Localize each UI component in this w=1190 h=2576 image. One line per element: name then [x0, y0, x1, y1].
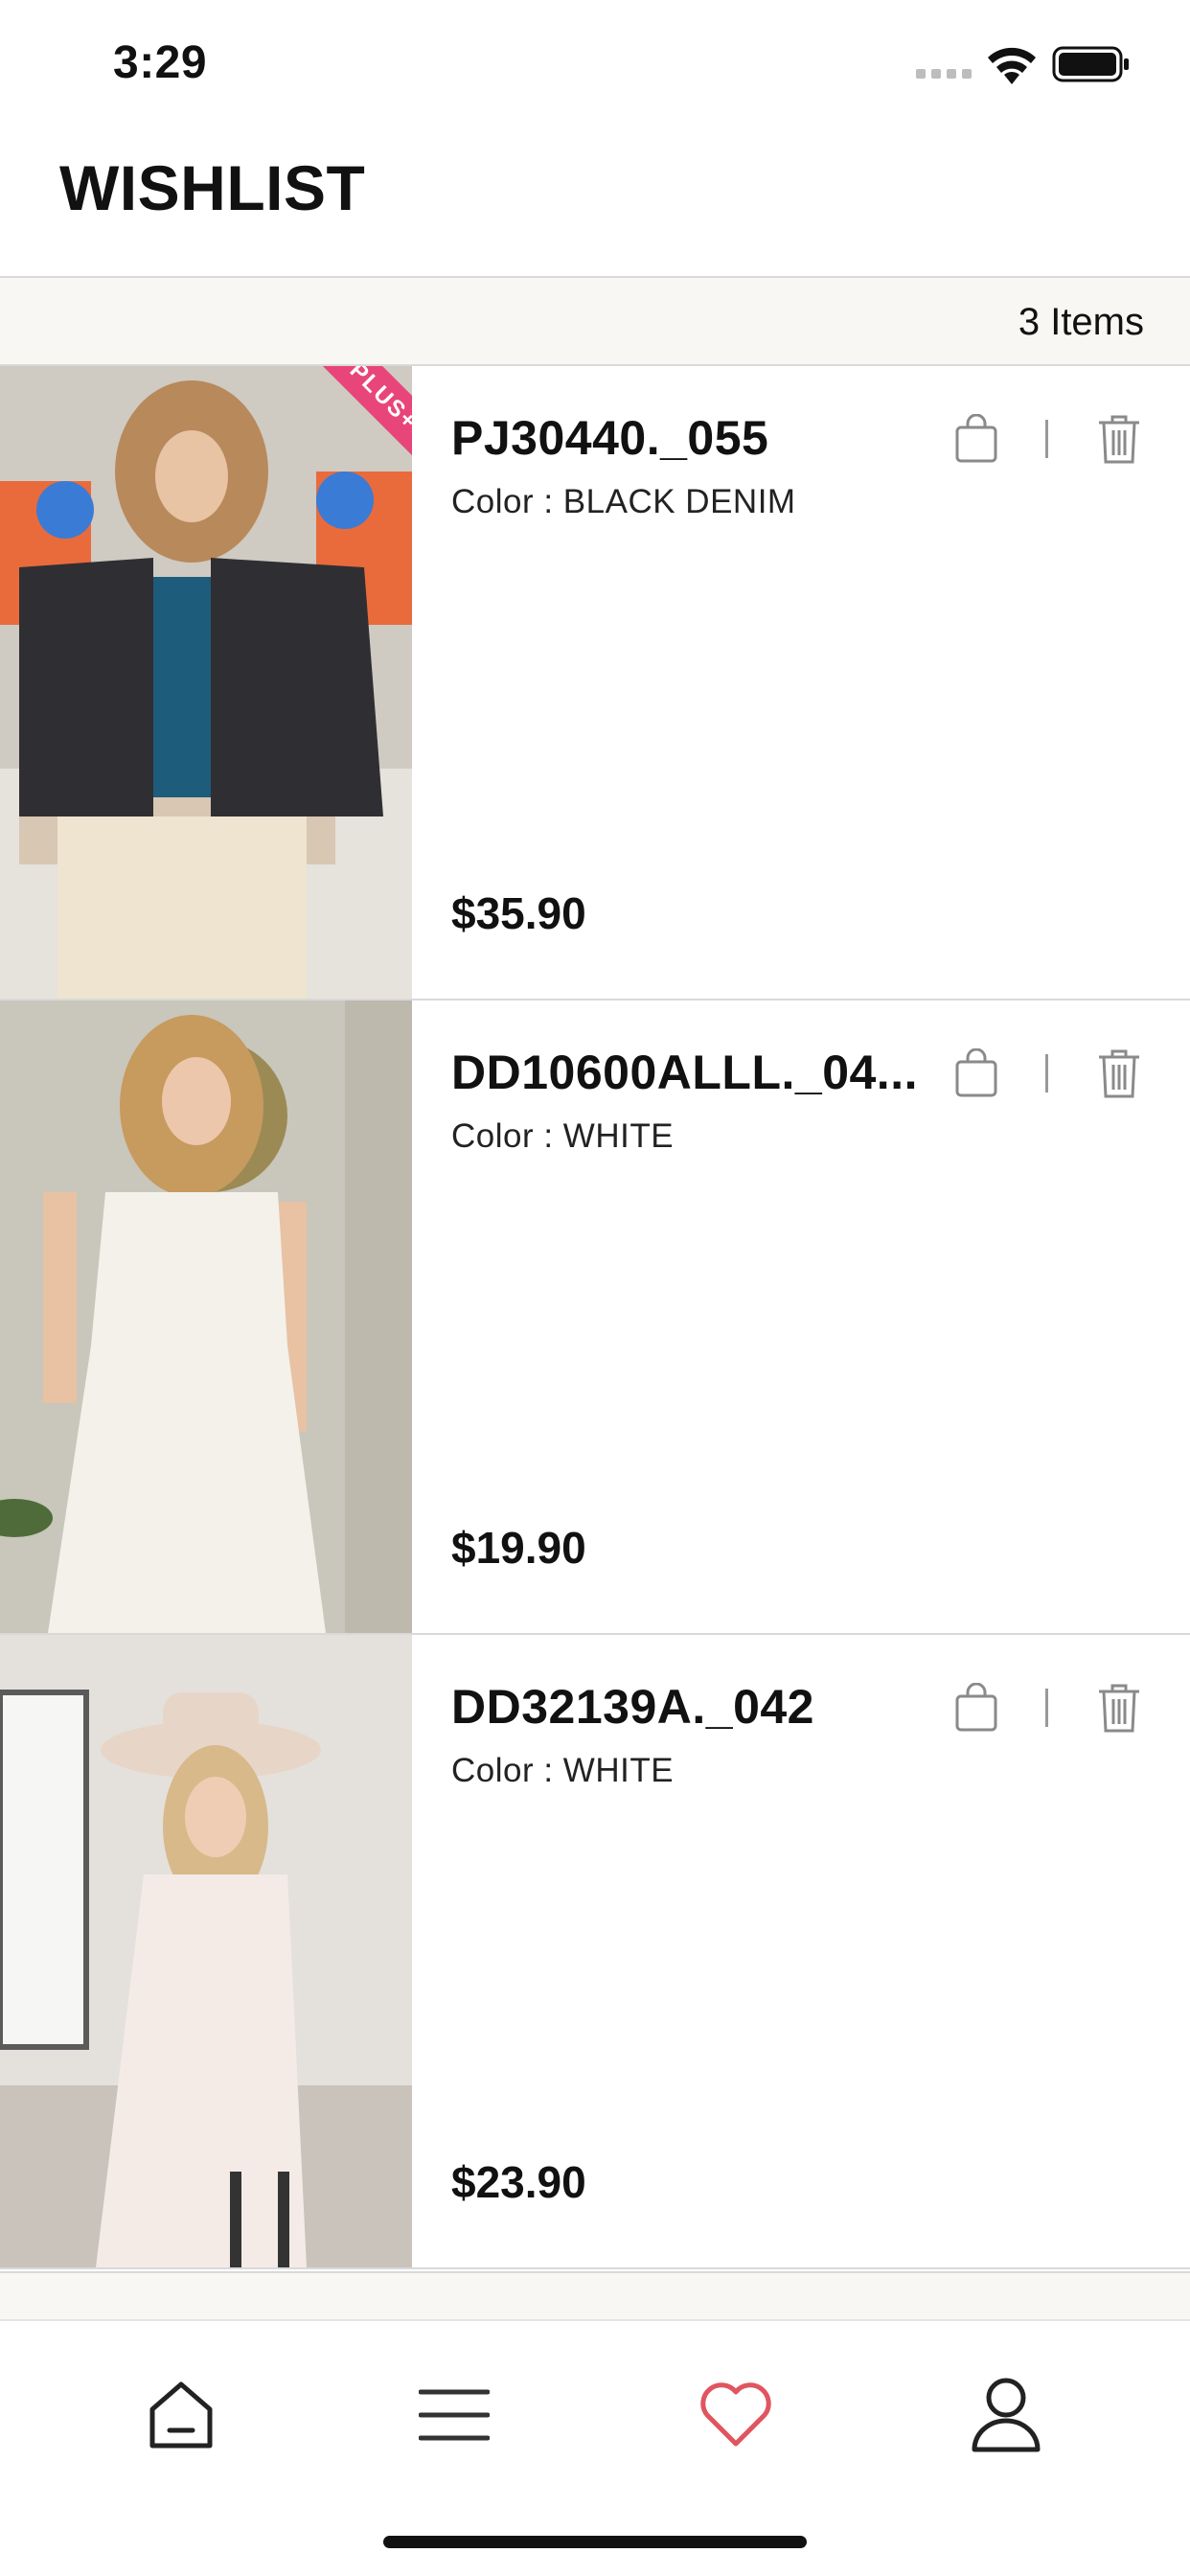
- product-name[interactable]: PJ30440._055: [451, 410, 940, 466]
- product-color: Color : WHITE: [451, 1752, 675, 1789]
- add-to-bag-button[interactable]: [950, 1046, 1003, 1100]
- page-title: WISHLIST: [59, 152, 366, 223]
- status-bar: 3:29: [0, 0, 1190, 134]
- product-name[interactable]: DD10600ALLL._04...: [451, 1045, 940, 1100]
- menu-icon: [419, 2389, 490, 2441]
- wishlist-item[interactable]: DD10600ALLL._04... Color : WHITE $19.90: [0, 1000, 1190, 1635]
- item-actions: [950, 1046, 1146, 1100]
- product-image[interactable]: [0, 1635, 412, 2267]
- delete-button[interactable]: [1092, 1681, 1146, 1735]
- item-count: 3 Items: [1018, 301, 1144, 343]
- trash-icon: [1099, 1049, 1139, 1098]
- item-actions: [950, 1681, 1146, 1735]
- bag-icon: [955, 414, 997, 463]
- action-divider: [1045, 1689, 1048, 1727]
- delete-button[interactable]: [1092, 1046, 1146, 1100]
- tab-home[interactable]: [133, 2367, 229, 2463]
- product-color: Color : WHITE: [451, 1117, 675, 1155]
- trash-icon: [1099, 415, 1139, 464]
- home-icon: [149, 2381, 213, 2449]
- wishlist-item[interactable]: DD32139A._042 Color : WHITE $23.90: [0, 1635, 1190, 2269]
- status-time: 3:29: [113, 37, 208, 88]
- product-image[interactable]: PLUS+: [0, 366, 412, 999]
- user-icon: [972, 2378, 1041, 2452]
- product-color: Color : BLACK DENIM: [451, 483, 796, 520]
- item-count-bar: 3 Items: [0, 276, 1190, 366]
- battery-icon: [1052, 46, 1129, 82]
- action-divider: [1045, 1054, 1048, 1092]
- wishlist-list: PLUS+ PJ30440._055 Color : BLACK DENIM $…: [0, 366, 1190, 2269]
- product-image[interactable]: [0, 1000, 412, 1633]
- signal-icon: [916, 69, 972, 80]
- tab-menu[interactable]: [406, 2367, 502, 2463]
- product-price: $23.90: [451, 2157, 586, 2207]
- product-price: $35.90: [451, 888, 586, 938]
- bag-icon: [955, 1048, 997, 1097]
- wishlist-item[interactable]: PLUS+ PJ30440._055 Color : BLACK DENIM $…: [0, 366, 1190, 1000]
- trash-icon: [1099, 1684, 1139, 1733]
- tab-account[interactable]: [958, 2367, 1054, 2463]
- item-actions: [950, 412, 1146, 466]
- product-price: $19.90: [451, 1523, 586, 1573]
- delete-button[interactable]: [1092, 412, 1146, 466]
- add-to-bag-button[interactable]: [950, 412, 1003, 466]
- add-to-bag-button[interactable]: [950, 1681, 1003, 1735]
- wifi-icon: [988, 47, 1036, 84]
- tab-wishlist[interactable]: [688, 2367, 784, 2463]
- heart-icon: [700, 2382, 771, 2447]
- list-footer-band: [0, 2271, 1190, 2321]
- bag-icon: [955, 1683, 997, 1732]
- home-indicator: [383, 2536, 807, 2548]
- action-divider: [1045, 420, 1048, 458]
- product-name[interactable]: DD32139A._042: [451, 1679, 940, 1735]
